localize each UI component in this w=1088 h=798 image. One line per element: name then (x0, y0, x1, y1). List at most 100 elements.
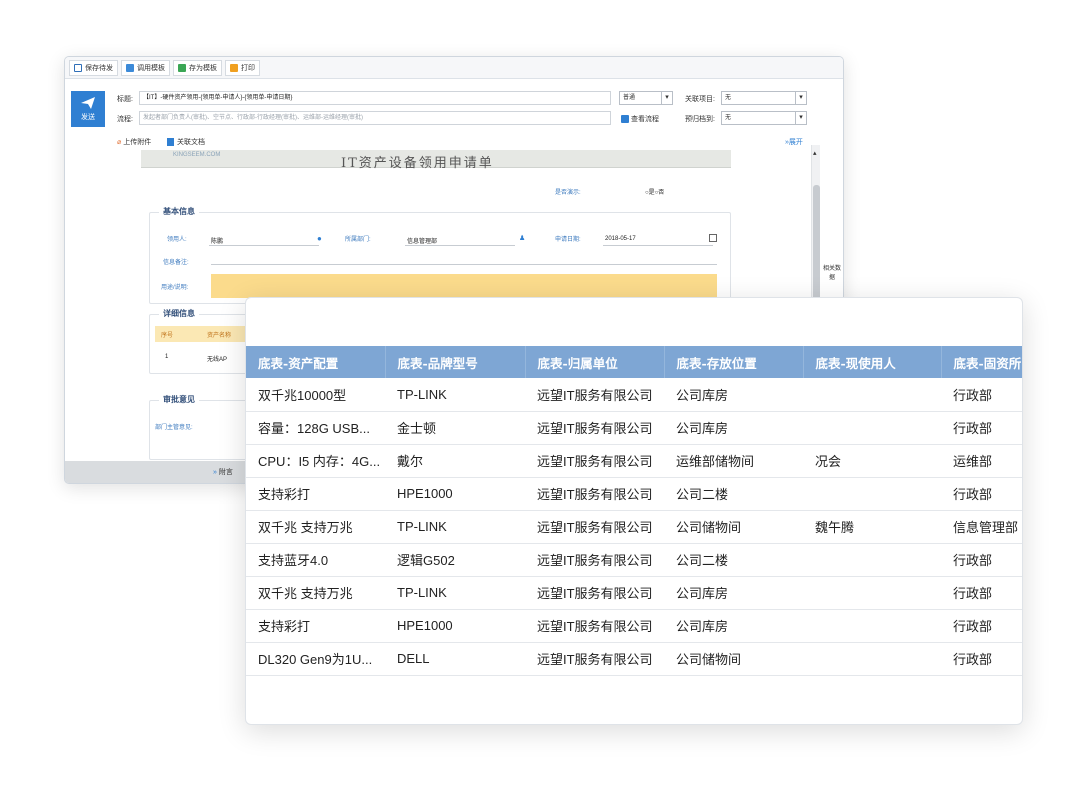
related-data-tab[interactable]: 相关数据 (823, 265, 841, 283)
cell-location: 公司二楼 (664, 477, 803, 511)
cell-current-user: 况会 (803, 444, 941, 478)
cell-current-user (803, 378, 941, 412)
user-underline (209, 245, 319, 246)
save-as-template-button[interactable]: 存为模板 (173, 59, 222, 76)
flow-input[interactable]: 发起者部门负责人(审批)、空节点、行政部-行政经理(审批)、运维部-运维经理(审… (139, 111, 611, 125)
load-template-button[interactable]: 调用模板 (121, 59, 170, 76)
document-icon (167, 138, 174, 146)
cell-location: 公司储物间 (664, 510, 803, 544)
col-header-location[interactable]: 底表-存放位置 (664, 346, 804, 378)
calendar-icon (709, 234, 717, 242)
priority-select[interactable]: 普通 ▾ (619, 91, 673, 105)
cell-owner-unit: 远望IT服务有限公司 (525, 543, 664, 577)
priority-value: 普通 (623, 95, 636, 101)
approval-title: 审批意见 (159, 394, 199, 405)
cell-fixed-asset-dept: 行政部 (941, 576, 1022, 610)
demo-radio-group[interactable]: ○是○否 (645, 187, 664, 196)
date-underline (603, 245, 713, 246)
cell-config: 双千兆10000型 (246, 378, 385, 412)
detail-col-no: 序号 (161, 333, 174, 339)
upload-attachment-button[interactable]: ⌀ 上传附件 (117, 137, 151, 147)
form-title: IT资产设备领用申请单 (341, 156, 494, 171)
bottom-bar: » 附言 (65, 461, 245, 483)
user-value[interactable]: 陈鹏 (211, 236, 223, 245)
basic-info-title: 基本信息 (159, 206, 199, 217)
table-row[interactable]: 双千兆10000型 TP-LINK 远望IT服务有限公司 公司库房 行政部 (246, 378, 1022, 412)
cell-fixed-asset-dept: 行政部 (941, 642, 1022, 676)
form-banner: KINGSEEM.COM IT资产设备领用申请单 (141, 150, 731, 171)
cell-current-user (803, 576, 941, 610)
save-icon (74, 63, 82, 72)
table-row[interactable]: 双千兆 支持万兆 TP-LINK 远望IT服务有限公司 公司库房 行政部 (246, 576, 1022, 610)
cell-config: 支持彩打 (246, 609, 385, 643)
print-label: 打印 (241, 64, 255, 72)
col-header-fixed-asset-dept[interactable]: 底表-固资所 (941, 346, 1022, 378)
col-header-owner-unit[interactable]: 底表-归属单位 (525, 346, 665, 378)
scroll-up-icon: ▴ (813, 150, 817, 157)
toolbar: 保存待发 调用模板 存为模板 打印 (65, 57, 843, 79)
cell-fixed-asset-dept: 运维部 (941, 444, 1022, 478)
cell-model: TP-LINK (385, 378, 525, 412)
note-underline[interactable] (211, 264, 717, 265)
dept-underline (405, 245, 515, 246)
person-icon: ● (317, 234, 322, 243)
purpose-label: 用途/说明: (161, 285, 189, 291)
note-label: 信息备注: (163, 260, 189, 266)
send-button[interactable]: 发送 (71, 91, 105, 127)
detail-section (149, 314, 249, 374)
cell-fixed-asset-dept: 行政部 (941, 609, 1022, 643)
table-row[interactable]: CPU：I5 内存：4G... 戴尔 远望IT服务有限公司 运维部储物间 况会 … (246, 444, 1022, 478)
date-value[interactable]: 2018-05-17 (605, 236, 636, 242)
view-flow-label: 查看流程 (631, 116, 659, 123)
save-draft-button[interactable]: 保存待发 (69, 59, 118, 76)
cell-location: 公司库房 (664, 609, 803, 643)
save-template-icon (178, 63, 186, 72)
table-row[interactable]: 支持蓝牙4.0 逻辑G502 远望IT服务有限公司 公司二楼 行政部 (246, 543, 1022, 577)
cell-location: 公司库房 (664, 411, 803, 445)
expand-label: 展开 (788, 139, 803, 146)
purpose-input[interactable] (211, 274, 717, 298)
send-plane-icon (81, 97, 95, 109)
view-flow-button[interactable]: 查看流程 (621, 114, 659, 124)
table-row[interactable]: DL320 Gen9为1U... DELL 远望IT服务有限公司 公司储物间 行… (246, 642, 1022, 676)
cell-model: DELL (385, 642, 525, 676)
related-project-select[interactable]: 无 ▾ (721, 91, 807, 105)
detail-col-asset: 资产名称 (207, 333, 232, 339)
cell-owner-unit: 远望IT服务有限公司 (525, 477, 664, 511)
table-row[interactable]: 容量：128G USB... 金士顿 远望IT服务有限公司 公司库房 行政部 (246, 411, 1022, 445)
cell-model: 戴尔 (385, 444, 525, 478)
related-project-value: 无 (725, 95, 732, 101)
expand-button[interactable]: » 展开 (785, 137, 803, 147)
cell-location: 公司库房 (664, 378, 803, 412)
archive-select[interactable]: 无 ▾ (721, 111, 807, 125)
table-row[interactable]: 双千兆 支持万兆 TP-LINK 远望IT服务有限公司 公司储物间 魏午腾 信息… (246, 510, 1022, 544)
upload-attachment-label: 上传附件 (123, 139, 152, 146)
related-doc-button[interactable]: 关联文档 (167, 137, 205, 147)
save-as-template-label: 存为模板 (189, 64, 217, 72)
table-header-row: 底表-资产配置 底表-品牌型号 底表-归属单位 底表-存放位置 底表-现使用人 … (246, 346, 1022, 378)
table-row[interactable]: 支持彩打 HPE1000 远望IT服务有限公司 公司库房 行政部 (246, 609, 1022, 643)
chevron-down-icon: ▾ (795, 112, 806, 124)
chevron-down-icon: ▾ (661, 92, 672, 104)
asset-table: 底表-资产配置 底表-品牌型号 底表-归属单位 底表-存放位置 底表-现使用人 … (246, 346, 1022, 676)
cell-model: HPE1000 (385, 477, 525, 511)
dept-value[interactable]: 信息管理部 (407, 236, 437, 245)
cell-current-user (803, 411, 941, 445)
col-header-config[interactable]: 底表-资产配置 (246, 346, 386, 378)
cell-fixed-asset-dept: 行政部 (941, 477, 1022, 511)
related-doc-label: 关联文档 (177, 139, 205, 146)
title-input[interactable]: 【IT】-硬件资产领用-{领用单-申请人}-{领用单-申请日期} (139, 91, 611, 105)
title-label: 标题: (117, 96, 133, 103)
attach-footer-button[interactable]: » 附言 (213, 467, 233, 477)
related-project-label: 关联项目: (685, 96, 715, 103)
detail-row-asset[interactable]: 无线AP (207, 354, 227, 363)
cell-config: 支持彩打 (246, 477, 385, 511)
print-button[interactable]: 打印 (225, 59, 260, 76)
table-row[interactable]: 支持彩打 HPE1000 远望IT服务有限公司 公司二楼 行政部 (246, 477, 1022, 511)
load-template-label: 调用模板 (137, 64, 165, 72)
cell-location: 运维部储物间 (664, 444, 803, 478)
attach-footer-label: 附言 (218, 469, 233, 476)
col-header-model[interactable]: 底表-品牌型号 (385, 346, 526, 378)
col-header-current-user[interactable]: 底表-现使用人 (803, 346, 942, 378)
cell-model: 金士顿 (385, 411, 525, 445)
